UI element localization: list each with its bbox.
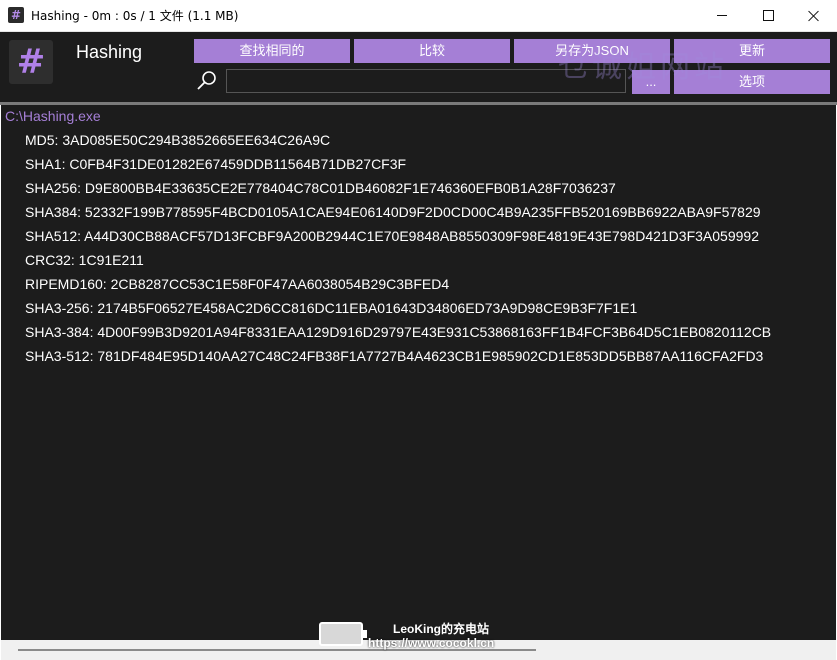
compare-button[interactable]: 比较 bbox=[354, 39, 510, 63]
close-icon bbox=[808, 10, 820, 22]
browse-button[interactable]: ... bbox=[632, 70, 670, 94]
hash-row-crc32[interactable]: CRC32: 1C91E211 bbox=[25, 252, 144, 268]
hash-row-sha3-512[interactable]: SHA3-512: 781DF484E95D140AA27C48C24FB38F… bbox=[25, 348, 763, 364]
overlay-watermark-title: LeoKing的充电站 bbox=[393, 622, 489, 636]
toolbar-header: # Hashing 查找相同的 比较 另存为JSON 更新 ... 选项 乜诚姐… bbox=[0, 32, 837, 102]
hash-row-md5[interactable]: MD5: 3AD085E50C294B3852665EE634C26A9C bbox=[25, 132, 330, 148]
minimize-icon bbox=[717, 15, 727, 16]
app-icon: # bbox=[8, 7, 24, 23]
minimize-button[interactable] bbox=[699, 0, 745, 31]
search-icon[interactable] bbox=[196, 70, 218, 92]
find-same-button[interactable]: 查找相同的 bbox=[194, 39, 350, 63]
hash-row-sha3-384[interactable]: SHA3-384: 4D00F99B3D9201A94F8331EAA129D9… bbox=[25, 324, 771, 340]
file-path[interactable]: C:\Hashing.exe bbox=[5, 108, 101, 124]
hash-row-ripemd160[interactable]: RIPEMD160: 2CB8287CC53C1E58F0F47AA603805… bbox=[25, 276, 449, 292]
search-input[interactable] bbox=[226, 69, 626, 93]
update-button[interactable]: 更新 bbox=[674, 39, 830, 63]
hash-row-sha256[interactable]: SHA256: D9E800BB4E33635CE2E778404C78C01D… bbox=[25, 180, 616, 196]
app-name: Hashing bbox=[76, 42, 143, 62]
hash-row-sha1[interactable]: SHA1: C0FB4F31DE01282E67459DDB11564B71DB… bbox=[25, 156, 406, 172]
hash-row-sha512[interactable]: SHA512: A44D30CB88ACF57D13FCBF9A200B2944… bbox=[25, 228, 759, 244]
hash-logo-icon: # bbox=[9, 40, 53, 84]
close-button[interactable] bbox=[791, 0, 837, 31]
overlay-watermark-url: https://www.cocokl.cn bbox=[368, 636, 495, 650]
maximize-icon bbox=[762, 10, 774, 21]
battery-logo-icon bbox=[319, 622, 367, 646]
title-bar: # Hashing - 0m : 0s / 1 文件 (1.1 MB) bbox=[0, 0, 837, 32]
window-title: Hashing - 0m : 0s / 1 文件 (1.1 MB) bbox=[31, 9, 239, 23]
maximize-button[interactable] bbox=[745, 0, 791, 31]
hash-row-sha384[interactable]: SHA384: 52332F199B778595F4BCD0105A1CAE94… bbox=[25, 204, 761, 220]
save-json-button[interactable]: 另存为JSON bbox=[514, 39, 670, 63]
options-button[interactable]: 选项 bbox=[674, 70, 830, 94]
results-panel[interactable]: C:\Hashing.exe MD5: 3AD085E50C294B385266… bbox=[1, 105, 836, 640]
hash-row-sha3-256[interactable]: SHA3-256: 2174B5F06527E458AC2D6CC816DC11… bbox=[25, 300, 637, 316]
